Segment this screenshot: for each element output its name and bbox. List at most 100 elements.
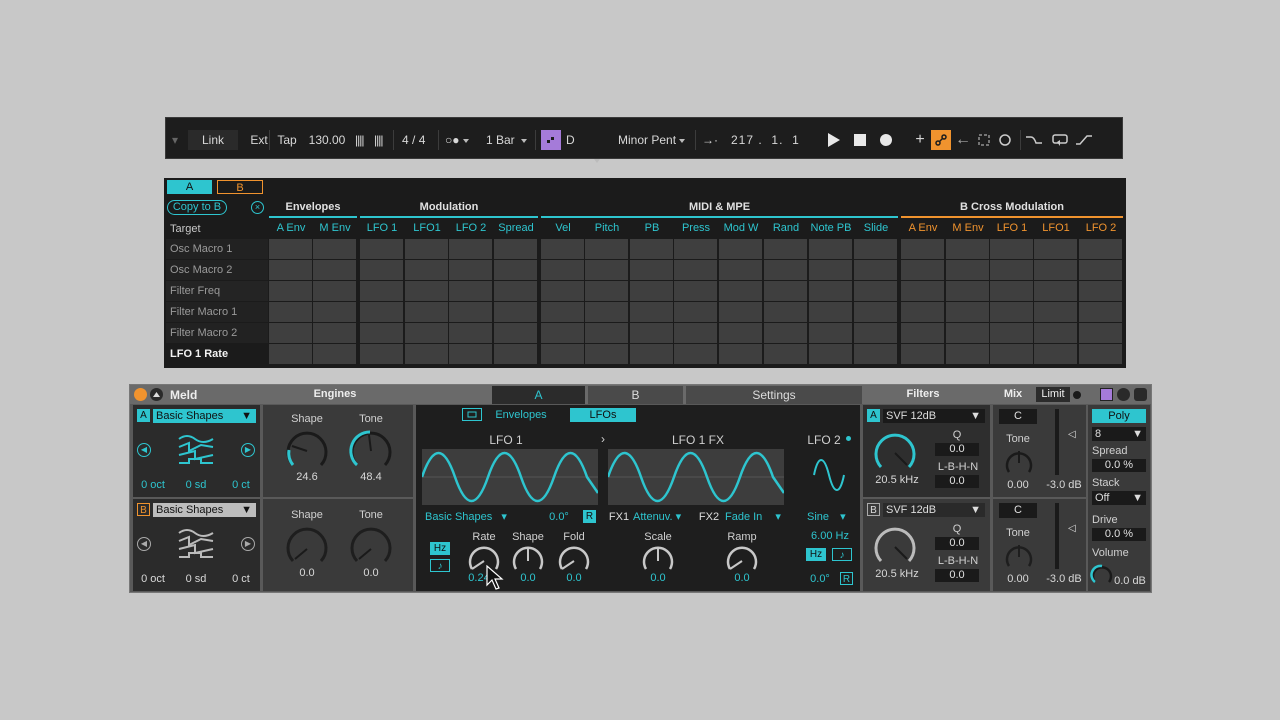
filter-a-freq-knob[interactable] [871,431,919,475]
matrix-cell[interactable] [854,260,897,280]
matrix-cell[interactable] [764,239,807,259]
osc-b-semitone[interactable]: 0 sd [178,573,214,585]
matrix-cell[interactable] [946,281,989,301]
filter-a-q-value[interactable]: 0.0 [935,443,979,456]
filter-b-type-dropdown[interactable]: SVF 12dB ▼ [883,503,985,517]
matrix-cell[interactable] [630,302,673,322]
osc-b-type-dropdown[interactable]: Basic Shapes ▼ [153,503,256,517]
matrix-cell[interactable] [360,281,403,301]
matrix-cell[interactable] [313,239,356,259]
lfo1-sync-button[interactable]: ♪ [430,559,450,572]
matrix-cell[interactable] [990,323,1033,343]
osc-a-octave[interactable]: 0 oct [135,479,171,491]
fx-ramp-knob[interactable] [722,543,762,575]
tab-settings[interactable]: Settings [686,386,862,404]
matrix-cell[interactable] [719,344,762,364]
matrix-cell[interactable] [313,323,356,343]
lfo1-retrigger-button[interactable]: R [583,510,596,523]
matrix-cell[interactable] [585,281,628,301]
matrix-row-label[interactable]: Osc Macro 1 [166,239,268,259]
matrix-cell[interactable] [630,323,673,343]
matrix-cell[interactable] [313,281,356,301]
tab-envelopes[interactable]: Envelopes [488,408,554,422]
matrix-cell[interactable] [585,302,628,322]
matrix-cell[interactable] [405,260,448,280]
osc-b-prev-icon[interactable]: ◀ [137,537,151,551]
osc-b-octave[interactable]: 0 oct [135,573,171,585]
matrix-cell[interactable] [1034,281,1077,301]
matrix-cell[interactable] [946,302,989,322]
matrix-cell[interactable] [541,344,584,364]
matrix-cell[interactable] [360,344,403,364]
time-signature[interactable]: 4 / 4 [402,130,425,150]
matrix-cell[interactable] [494,323,537,343]
engine-b-shape-knob[interactable] [283,525,331,569]
matrix-cell[interactable] [269,239,312,259]
engine-a-tone-knob[interactable] [347,429,395,473]
matrix-cell[interactable] [674,302,717,322]
filter-b-freq-knob[interactable] [871,525,919,569]
filter-a-lbhn-value[interactable]: 0.0 [935,475,979,488]
drive-value[interactable]: 0.0 % [1092,528,1146,541]
matrix-cell[interactable] [854,344,897,364]
mix-b-pan[interactable]: C [999,503,1037,518]
lfo1-wave-dropdown[interactable]: Basic Shapes ▾ [422,510,522,524]
scale-dropdown[interactable]: Minor Pent [618,130,690,150]
matrix-cell[interactable] [990,344,1033,364]
lfo2-wave-dropdown[interactable]: Sine ▾ [804,510,854,524]
mix-a-volume-value[interactable]: -3.0 dB [1041,479,1087,491]
lfo2-rate-value[interactable]: 6.00 Hz [802,530,858,542]
matrix-cell[interactable] [269,281,312,301]
engine-b-tone-knob[interactable] [347,525,395,569]
matrix-cell[interactable] [1034,344,1077,364]
voices-dropdown[interactable]: 8 ▼ [1092,427,1146,441]
matrix-cell[interactable] [449,344,492,364]
matrix-cell[interactable] [674,323,717,343]
macro-map-icon[interactable] [1100,388,1113,401]
matrix-cell[interactable] [1079,302,1122,322]
matrix-cell[interactable] [630,260,673,280]
matrix-cell[interactable] [719,281,762,301]
matrix-cell[interactable] [719,239,762,259]
matrix-cell[interactable] [809,281,852,301]
tab-engine-b[interactable]: B [588,386,683,404]
matrix-cell[interactable] [719,260,762,280]
tap-button[interactable]: Tap [274,130,300,150]
matrix-cell[interactable] [946,239,989,259]
matrix-cell[interactable] [719,302,762,322]
matrix-cell[interactable] [541,323,584,343]
loop-icon[interactable] [1050,130,1070,150]
spread-value[interactable]: 0.0 % [1092,459,1146,472]
nudge-down-icon[interactable]: |||| [355,130,369,150]
matrix-cell[interactable] [313,302,356,322]
matrix-cell[interactable] [269,260,312,280]
matrix-cell[interactable] [1079,281,1122,301]
matrix-cell[interactable] [1034,260,1077,280]
matrix-cell[interactable] [630,281,673,301]
matrix-cell[interactable] [541,239,584,259]
filter-b-q-value[interactable]: 0.0 [935,537,979,550]
lfo1-fold-knob[interactable] [554,543,594,575]
matrix-cell[interactable] [854,323,897,343]
filter-b-lbhn-value[interactable]: 0.0 [935,569,979,582]
poly-mode-button[interactable]: Poly [1092,409,1146,423]
copy-to-b-button[interactable]: Copy to B [167,200,227,215]
matrix-row-label[interactable]: Filter Freq [166,281,268,301]
position-field[interactable]: 217 . 1. 1 [731,130,809,150]
save-preset-icon[interactable] [1134,388,1147,401]
record-icon[interactable] [876,130,896,150]
matrix-cell[interactable] [674,239,717,259]
matrix-cell[interactable] [901,323,944,343]
tab-engine-a[interactable]: A [492,386,585,404]
matrix-cell[interactable] [494,260,537,280]
link-button[interactable]: Link [188,130,238,150]
matrix-cell[interactable] [313,260,356,280]
ext-button[interactable]: Ext [242,130,276,150]
matrix-cell[interactable] [764,302,807,322]
matrix-cell[interactable] [449,302,492,322]
matrix-row-label[interactable]: LFO 1 Rate [166,344,268,364]
matrix-cell[interactable] [585,323,628,343]
matrix-cell[interactable] [585,260,628,280]
osc-a-semitone[interactable]: 0 sd [178,479,214,491]
matrix-cell[interactable] [1079,239,1122,259]
